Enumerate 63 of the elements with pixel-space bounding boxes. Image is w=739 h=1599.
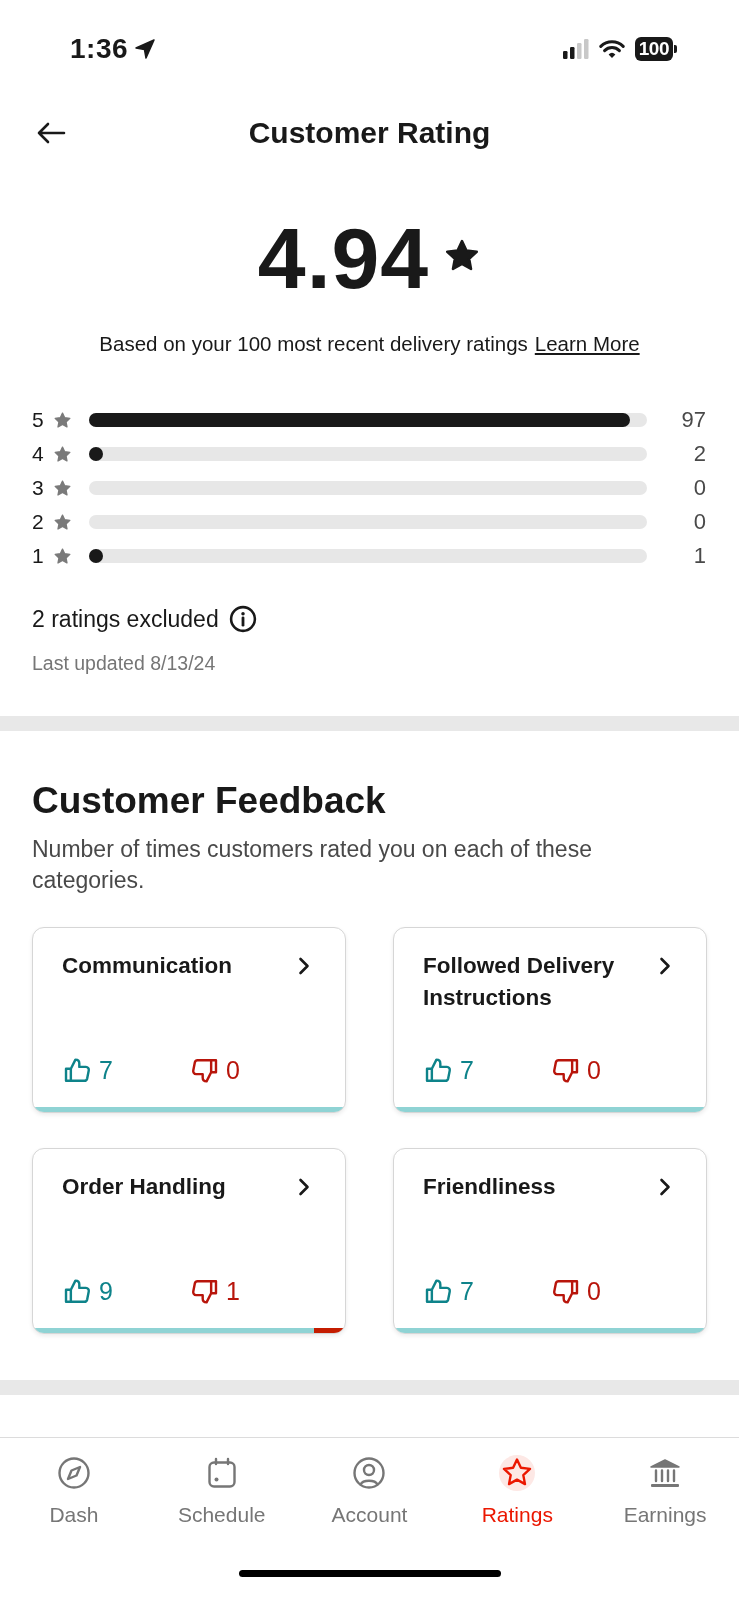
arrow-left-icon	[36, 121, 66, 145]
feedback-card[interactable]: Friendliness 7 0	[393, 1148, 707, 1334]
chevron-right-icon	[297, 1177, 311, 1197]
chevron-right-icon	[658, 956, 672, 976]
feedback-card[interactable]: Order Handling 9 1	[32, 1148, 346, 1334]
star-level-label: 2	[32, 509, 45, 535]
rating-basis-text: Based on your 100 most recent delivery ratings	[99, 331, 528, 357]
thumbs-down-count: 1	[226, 1276, 240, 1306]
nav-tab[interactable]: Account	[331, 1455, 408, 1527]
nav-tab[interactable]: Earnings	[623, 1455, 707, 1527]
category-title: Friendliness	[423, 1173, 556, 1201]
wifi-icon	[598, 39, 625, 59]
feedback-card[interactable]: Communication 7 0	[32, 927, 346, 1113]
nav-tab[interactable]: Schedule	[177, 1455, 266, 1527]
nav-tab[interactable]: Dash	[49, 1455, 99, 1527]
signal-icon	[562, 39, 589, 59]
thumbs-up-count: 7	[460, 1276, 474, 1306]
category-title: Order Handling	[62, 1173, 226, 1201]
section-description: Number of times customers rated you on each of these categories.	[32, 835, 593, 895]
rating-count: 1	[692, 543, 706, 569]
person-icon	[351, 1455, 388, 1491]
star-level-label: 4	[32, 441, 45, 467]
thumbs-up-count: 7	[99, 1055, 113, 1085]
rating-count: 0	[692, 475, 706, 501]
star-icon	[53, 512, 72, 532]
screen-title: Customer Rating	[248, 116, 491, 150]
rating-count: 97	[680, 407, 706, 433]
learn-more-link[interactable]: Learn More	[534, 330, 640, 358]
compass-icon	[55, 1455, 92, 1491]
last-updated-text: Last updated 8/13/24	[32, 651, 216, 675]
negative-share-bar	[313, 1328, 345, 1333]
thumbs-up-icon	[424, 1055, 453, 1085]
thumbs-up-count: 7	[460, 1055, 474, 1085]
location-arrow-icon	[134, 38, 157, 60]
category-title: Communication	[62, 952, 232, 980]
thumbs-up-icon	[63, 1055, 92, 1085]
feedback-card[interactable]: Followed Delivery Instructions 7 0	[393, 927, 707, 1113]
thumbs-up-count: 9	[99, 1276, 113, 1306]
thumbs-up-icon	[424, 1276, 453, 1306]
status-time: 1:36	[70, 33, 129, 65]
rating-value: 4.94	[257, 209, 430, 308]
star-level-label: 5	[32, 407, 45, 433]
rating-count: 2	[692, 441, 706, 467]
star-icon	[53, 546, 72, 566]
thumbs-down-count: 0	[226, 1055, 240, 1085]
info-icon	[228, 605, 257, 633]
star-level-label: 3	[32, 475, 45, 501]
section-heading: Customer Feedback	[32, 779, 387, 823]
chevron-right-icon	[658, 1177, 672, 1197]
thumbs-up-icon	[63, 1276, 92, 1306]
thumbs-down-count: 0	[587, 1276, 601, 1306]
star-icon	[53, 410, 72, 430]
nav-tab[interactable]: Ratings	[481, 1455, 553, 1527]
back-button[interactable]	[36, 120, 68, 146]
star-icon	[53, 478, 72, 498]
category-title: Followed Delivery Instructions	[423, 952, 616, 1012]
thumbs-down-count: 0	[587, 1055, 601, 1085]
rating-count: 0	[692, 509, 706, 535]
battery-indicator: 100	[634, 37, 677, 61]
star-level-label: 1	[32, 543, 45, 569]
star-icon	[53, 444, 72, 464]
excluded-ratings-text: 2 ratings excluded	[32, 605, 219, 633]
chevron-right-icon	[297, 956, 311, 976]
